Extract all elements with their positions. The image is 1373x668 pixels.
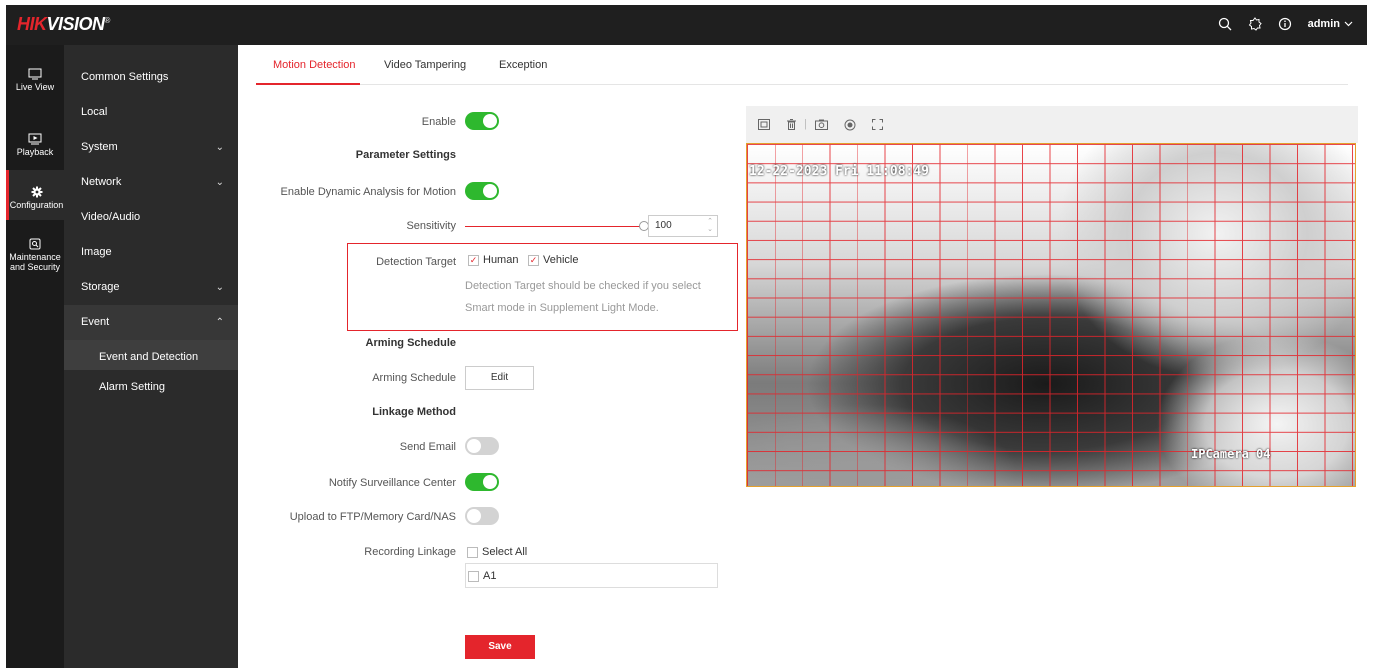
dynamic-analysis-label: Enable Dynamic Analysis for Motion [280,186,456,198]
draw-area-icon[interactable] [758,119,770,133]
detection-hint-line1: Detection Target should be checked if yo… [465,280,701,292]
maintenance-icon [29,238,41,250]
recording-channel-list: A1 [465,563,718,588]
settings-icon[interactable] [1248,17,1262,31]
menu-common-settings[interactable]: Common Settings [64,60,238,95]
tab-exception[interactable]: Exception [499,59,547,71]
delete-icon[interactable] [786,119,797,133]
menu-image[interactable]: Image [64,235,238,270]
camera-snapshot-icon[interactable] [815,119,828,133]
parameter-settings-heading: Parameter Settings [355,149,456,161]
enable-toggle[interactable] [465,112,499,130]
checkmark-icon: ✓ [528,254,539,266]
tab-motion-detection[interactable]: Motion Detection [273,59,356,71]
nav-live-view[interactable]: Live View [6,68,64,92]
chevron-down-icon [1344,21,1353,27]
username-label: admin [1307,18,1340,30]
nav-playback[interactable]: Playback [6,133,64,157]
chevron-down-icon: ⌄ [215,142,224,153]
select-all-checkbox[interactable]: Select All [467,546,527,558]
live-view-icon [28,68,42,80]
dynamic-analysis-toggle[interactable] [465,182,499,200]
config-menu: Common Settings Local System ⌄ Network ⌄ V… [64,45,238,668]
vehicle-checkbox[interactable]: ✓ Vehicle [528,254,578,266]
linkage-method-heading: Linkage Method [372,406,456,418]
upload-ftp-toggle[interactable] [465,507,499,525]
channel-a1-checkbox[interactable]: A1 [468,570,496,582]
send-email-toggle[interactable] [465,437,499,455]
playback-icon [28,133,42,145]
gear-icon [31,186,42,198]
chevron-up-icon: ⌃ [215,317,224,328]
chevron-down-icon: ⌄ [215,177,224,188]
menu-storage[interactable]: Storage ⌄ [64,270,238,305]
search-icon[interactable] [1218,17,1232,31]
user-menu[interactable]: admin [1308,18,1353,30]
live-video-preview[interactable]: 12-22-2023 Fri 11:08:49 IPCamera 04 [746,143,1356,487]
toolbar-divider: | [804,118,807,130]
video-toolbar: | [746,106,1358,143]
info-icon[interactable] [1278,17,1292,31]
fullscreen-icon[interactable] [872,119,883,133]
enable-label: Enable [421,116,456,128]
tab-bar: Motion Detection Video Tampering Excepti… [256,45,1348,85]
chevron-down-icon: ⌄ [215,282,224,293]
sensitivity-input[interactable]: 100 ⌃ ⌄ [648,215,718,237]
save-button[interactable]: Save [465,635,535,659]
menu-network[interactable]: Network ⌄ [64,165,238,200]
arming-schedule-heading: Arming Schedule [365,337,456,349]
menu-video-audio[interactable]: Video/Audio [64,200,238,235]
notify-center-label: Notify Surveillance Center [328,477,456,489]
human-checkbox[interactable]: ✓ Human [468,254,518,266]
active-tab-indicator [256,83,360,85]
motion-detection-grid[interactable] [747,144,1355,486]
nav-configuration[interactable]: Configuration [6,170,64,220]
menu-local[interactable]: Local [64,95,238,130]
top-bar: HIKVISION® admin [6,5,1367,45]
nav-maintenance-security[interactable]: Maintenance and Security [6,238,64,272]
detection-target-label: Detection Target [376,256,456,268]
osd-timestamp: 12-22-2023 Fri 11:08:49 [749,164,930,179]
edit-schedule-button[interactable]: Edit [465,366,534,390]
tab-video-tampering[interactable]: Video Tampering [384,59,466,71]
upload-ftp-label: Upload to FTP/Memory Card/NAS [289,511,456,523]
detection-hint-line2: Smart mode in Supplement Light Mode. [465,302,659,314]
sensitivity-slider-track[interactable] [465,226,641,227]
stepper-arrows[interactable]: ⌃ ⌄ [707,218,713,234]
arming-schedule-label: Arming Schedule [372,372,456,384]
app-frame: HIKVISION® admin Live View Playback Conf… [6,5,1367,668]
send-email-label: Send Email [399,441,456,453]
main-nav-rail: Live View Playback Configuration Mainten… [6,45,64,668]
osd-camera-name: IPCamera 04 [1191,447,1271,461]
notify-center-toggle[interactable] [465,473,499,491]
sensitivity-label: Sensitivity [406,220,456,232]
menu-system[interactable]: System ⌄ [64,130,238,165]
submenu-alarm-setting[interactable]: Alarm Setting [64,370,238,405]
record-icon[interactable] [844,119,856,134]
recording-linkage-label: Recording Linkage [364,546,456,558]
checkmark-icon: ✓ [468,254,479,266]
menu-event[interactable]: Event ⌃ [64,305,238,340]
hikvision-logo: HIKVISION® [17,14,110,34]
